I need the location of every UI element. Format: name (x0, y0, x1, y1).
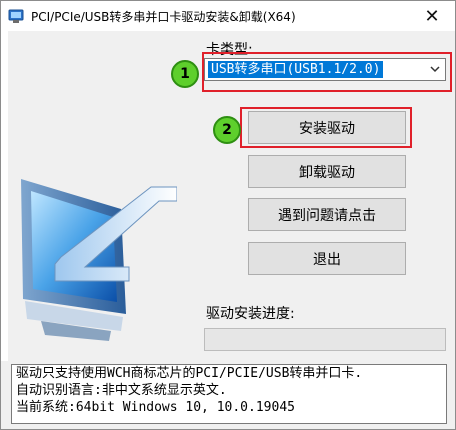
install-progress-bar (204, 328, 446, 351)
close-icon: ✕ (424, 5, 440, 27)
close-button[interactable]: ✕ (409, 1, 455, 31)
driver-installer-window: PCI/PCIe/USB转多串并口卡驱动安装&卸载(X64) ✕ 卡类型: US… (0, 0, 456, 430)
info-line-2: 自动识别语言:非中文系统显示英文. (16, 383, 227, 398)
install-driver-button[interactable]: 安装驱动 (248, 111, 406, 144)
computer-monitor-icon (21, 179, 177, 341)
card-type-selected-value: USB转多串口(USB1.1/2.0) (208, 61, 384, 78)
info-line-1: 驱动只支持使用WCH商标芯片的PCI/PCIE/USB转串并口卡. (16, 366, 363, 381)
uninstall-driver-button[interactable]: 卸载驱动 (248, 155, 406, 188)
window-title: PCI/PCIe/USB转多串并口卡驱动安装&卸载(X64) (31, 10, 296, 24)
exit-button[interactable]: 退出 (248, 242, 406, 275)
dialog-body: 卡类型: USB转多串口(USB1.1/2.0) 1 安装驱动 2 卸载驱动 遇… (1, 31, 455, 429)
help-button[interactable]: 遇到问题请点击 (248, 198, 406, 231)
app-icon (8, 9, 24, 23)
chevron-down-icon (430, 66, 440, 73)
install-progress-label: 驱动安装进度: (206, 306, 295, 322)
info-text-area[interactable]: 驱动只支持使用WCH商标芯片的PCI/PCIE/USB转串并口卡. 自动识别语言… (11, 364, 447, 424)
step-badge-2: 2 (213, 116, 241, 144)
info-line-3: 当前系统:64bit Windows 10, 10.0.19045 (16, 400, 295, 415)
step-badge-1: 1 (171, 60, 199, 88)
card-type-select[interactable]: USB转多串口(USB1.1/2.0) (204, 58, 446, 81)
title-bar[interactable]: PCI/PCIe/USB转多串并口卡驱动安装&卸载(X64) ✕ (1, 1, 455, 31)
